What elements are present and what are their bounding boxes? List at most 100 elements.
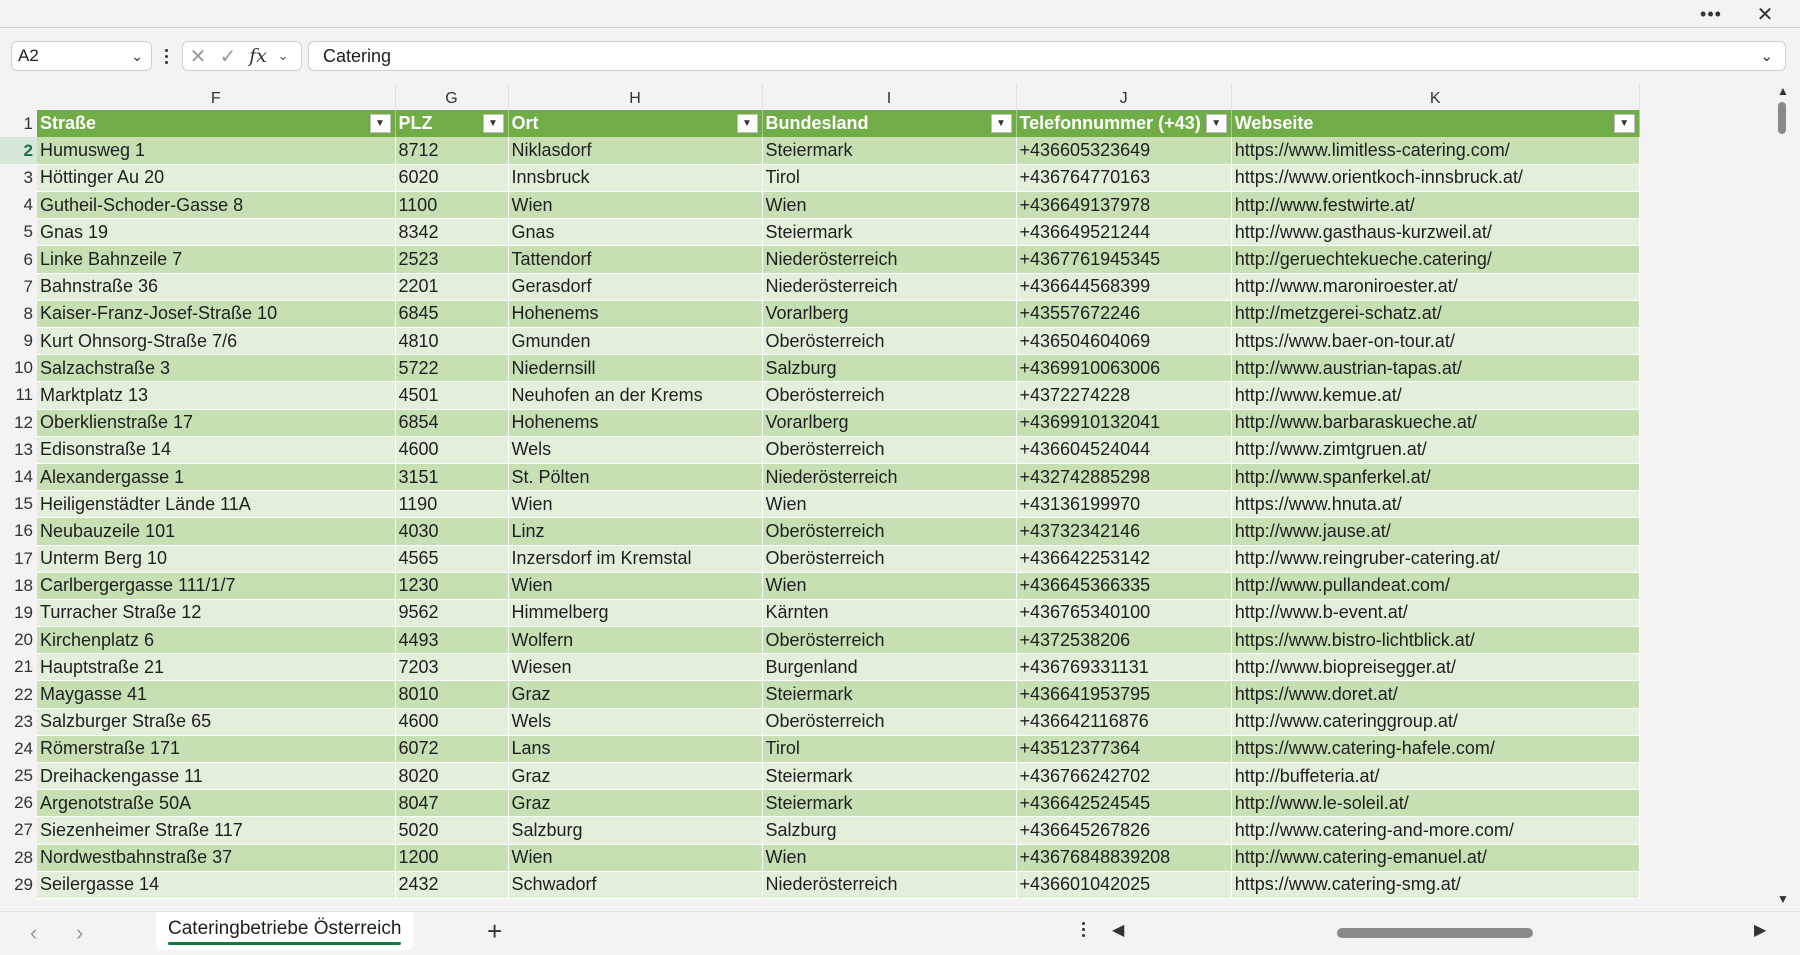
row-number[interactable]: 6	[0, 245, 37, 274]
row-number[interactable]: 21	[0, 653, 37, 681]
table-cell[interactable]: +43512377364	[1016, 735, 1232, 764]
row-number[interactable]: 11	[0, 381, 37, 410]
table-cell[interactable]: +43136199970	[1016, 490, 1232, 519]
close-icon[interactable]: ✕	[1745, 2, 1785, 26]
table-cell[interactable]: Himmelberg	[508, 599, 763, 628]
table-cell[interactable]: 6072	[395, 735, 509, 764]
row-number[interactable]: 29	[0, 871, 37, 899]
table-header-cell[interactable]: Webseite ▼	[1231, 110, 1640, 138]
table-cell[interactable]: Hohenems	[508, 409, 763, 437]
table-cell[interactable]: Lans	[508, 735, 763, 764]
table-cell[interactable]: +43557672246	[1016, 300, 1232, 329]
table-cell[interactable]: +436642253142	[1016, 545, 1232, 573]
column-header[interactable]: J	[1016, 84, 1232, 110]
table-cell[interactable]: Wien	[762, 572, 1017, 600]
table-header-cell[interactable]: Telefonnummer (+43) ▼	[1016, 110, 1232, 138]
table-cell[interactable]: Humusweg 1	[37, 137, 396, 165]
row-number[interactable]: 17	[0, 545, 37, 573]
row-number[interactable]: 28	[0, 844, 37, 872]
table-cell[interactable]: +4369910063006	[1016, 354, 1232, 383]
table-cell[interactable]: http://www.austrian-tapas.at/	[1231, 354, 1640, 383]
table-cell[interactable]: 1190	[395, 490, 509, 519]
table-cell[interactable]: http://www.spanferkel.at/	[1231, 463, 1640, 492]
filter-dropdown-icon[interactable]: ▼	[1613, 114, 1635, 133]
table-cell[interactable]: Niedernsill	[508, 354, 763, 383]
table-cell[interactable]: Salzburg	[762, 354, 1017, 383]
table-cell[interactable]: 5722	[395, 354, 509, 383]
table-cell[interactable]: 3151	[395, 463, 509, 492]
table-cell[interactable]: Hohenems	[508, 300, 763, 329]
table-cell[interactable]: 2523	[395, 245, 509, 274]
table-cell[interactable]: http://www.zimtgruen.at/	[1231, 436, 1640, 464]
table-cell[interactable]: Wien	[508, 844, 763, 872]
row-number[interactable]: 19	[0, 599, 37, 627]
table-cell[interactable]: +4367761945345	[1016, 245, 1232, 274]
row-number[interactable]: 8	[0, 300, 37, 328]
more-vertical-icon[interactable]	[1082, 922, 1085, 937]
row-number[interactable]: 13	[0, 436, 37, 464]
table-cell[interactable]: +436769331131	[1016, 653, 1232, 682]
table-cell[interactable]: Gerasdorf	[508, 273, 763, 301]
table-cell[interactable]: Linz	[508, 517, 763, 546]
table-cell[interactable]: Wiesen	[508, 653, 763, 682]
table-cell[interactable]: Edisonstraße 14	[37, 436, 396, 464]
scroll-left-icon[interactable]: ◀	[1112, 920, 1124, 940]
table-cell[interactable]: 8342	[395, 218, 509, 247]
table-cell[interactable]: Steiermark	[762, 762, 1017, 791]
row-number[interactable]: 27	[0, 816, 37, 845]
table-cell[interactable]: +436642116876	[1016, 708, 1232, 736]
chevron-down-icon[interactable]: ⌄	[273, 48, 293, 64]
expand-formula-icon[interactable]: ⌄	[1760, 47, 1773, 65]
previous-sheet-icon[interactable]: ‹	[30, 920, 37, 946]
row-number[interactable]: 12	[0, 409, 37, 437]
name-box[interactable]: A2 ⌄	[11, 41, 152, 71]
table-cell[interactable]: Salzburger Straße 65	[37, 708, 396, 736]
table-cell[interactable]: https://www.bistro-lichtblick.at/	[1231, 626, 1640, 655]
table-cell[interactable]: http://www.barbaraskueche.at/	[1231, 409, 1640, 437]
table-cell[interactable]: Inzersdorf im Kremstal	[508, 545, 763, 573]
table-cell[interactable]: https://www.doret.at/	[1231, 680, 1640, 709]
table-cell[interactable]: Römerstraße 171	[37, 735, 396, 764]
table-cell[interactable]: http://buffeteria.at/	[1231, 762, 1640, 791]
table-cell[interactable]: http://www.cateringgroup.at/	[1231, 708, 1640, 736]
table-cell[interactable]: Kaiser-Franz-Josef-Straße 10	[37, 300, 396, 329]
table-cell[interactable]: 4810	[395, 327, 509, 356]
table-cell[interactable]: Schwadorf	[508, 871, 763, 899]
row-number[interactable]: 9	[0, 327, 37, 355]
table-cell[interactable]: 2201	[395, 273, 509, 301]
table-cell[interactable]: 1230	[395, 572, 509, 600]
row-number[interactable]: 24	[0, 735, 37, 763]
filter-dropdown-icon[interactable]: ▼	[990, 114, 1012, 133]
more-options-icon[interactable]: •••	[1691, 2, 1731, 26]
table-cell[interactable]: Bahnstraße 36	[37, 273, 396, 301]
table-cell[interactable]: 8047	[395, 789, 509, 818]
row-number[interactable]: 7	[0, 273, 37, 301]
table-cell[interactable]: Siezenheimer Straße 117	[37, 816, 396, 845]
row-number[interactable]: 10	[0, 354, 37, 382]
table-cell[interactable]: Nordwestbahnstraße 37	[37, 844, 396, 872]
table-cell[interactable]: Niklasdorf	[508, 137, 763, 165]
table-cell[interactable]: +436641953795	[1016, 680, 1232, 709]
table-cell[interactable]: Gmunden	[508, 327, 763, 356]
table-cell[interactable]: 7203	[395, 653, 509, 682]
table-cell[interactable]: https://www.catering-hafele.com/	[1231, 735, 1640, 764]
table-cell[interactable]: http://metzgerei-schatz.at/	[1231, 300, 1640, 329]
table-cell[interactable]: Steiermark	[762, 789, 1017, 818]
table-cell[interactable]: http://www.festwirte.at/	[1231, 191, 1640, 220]
row-number[interactable]: 14	[0, 463, 37, 491]
table-cell[interactable]: +43676848839208	[1016, 844, 1232, 872]
table-cell[interactable]: http://www.le-soleil.at/	[1231, 789, 1640, 818]
row-number[interactable]: 26	[0, 789, 37, 817]
table-cell[interactable]: Tirol	[762, 735, 1017, 764]
table-cell[interactable]: http://www.reingruber-catering.at/	[1231, 545, 1640, 573]
insert-function-icon[interactable]: fx	[243, 45, 273, 67]
table-cell[interactable]: Hauptstraße 21	[37, 653, 396, 682]
table-cell[interactable]: 4493	[395, 626, 509, 655]
table-cell[interactable]: +43732342146	[1016, 517, 1232, 546]
table-cell[interactable]: http://www.gasthaus-kurzweil.at/	[1231, 218, 1640, 247]
next-sheet-icon[interactable]: ›	[76, 920, 83, 946]
table-cell[interactable]: Gutheil-Schoder-Gasse 8	[37, 191, 396, 220]
column-header[interactable]: F	[37, 84, 396, 110]
table-cell[interactable]: Seilergasse 14	[37, 871, 396, 899]
table-cell[interactable]: Graz	[508, 789, 763, 818]
